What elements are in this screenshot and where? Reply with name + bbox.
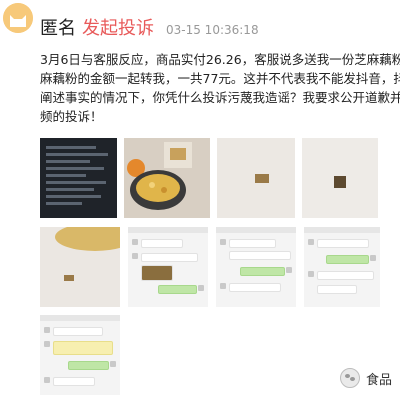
- wechat-icon: [340, 368, 360, 388]
- post-timestamp: 03-15 10:36:18: [166, 23, 259, 37]
- post-line: 3月6日与客服反应，商品实付26.26，客服说多送我一份芝麻藕粉，我不需: [40, 52, 400, 67]
- chat-screenshot-4[interactable]: [40, 315, 120, 395]
- close-up-photo: [302, 138, 378, 218]
- complaint-link[interactable]: 发起投诉: [82, 14, 154, 40]
- avatar[interactable]: [3, 3, 33, 33]
- food-photo-close-3[interactable]: [40, 227, 120, 307]
- chat-screenshot-dark[interactable]: [40, 138, 117, 218]
- food-photo-close-2[interactable]: [302, 138, 378, 218]
- username[interactable]: 匿名: [40, 14, 76, 40]
- chat-screenshot-1[interactable]: [128, 227, 208, 307]
- food-photo-bowl[interactable]: [124, 138, 210, 218]
- post-body: 3月6日与客服反应，商品实付26.26，客服说多送我一份芝麻藕粉，我不需 麻藕粉…: [40, 50, 400, 126]
- watermark: 食品: [340, 365, 392, 391]
- post-line: 麻藕粉的金额一起转我，一共77元。这并不代表我不能发抖音，抖音是我: [40, 71, 400, 86]
- cat-avatar-icon: [3, 3, 33, 33]
- close-up-photo: [217, 138, 295, 218]
- dark-chat-lines: [46, 146, 108, 205]
- bowl-edge-photo: [40, 227, 120, 307]
- bowl-photo: [124, 138, 210, 218]
- post-line: 频的投诉！: [40, 109, 103, 124]
- chat-screenshot-3[interactable]: [304, 227, 380, 307]
- chat-screenshot-2[interactable]: [216, 227, 296, 307]
- watermark-text: 食品: [366, 372, 393, 388]
- post-header: 匿名 发起投诉 03-15 10:36:18: [40, 14, 259, 39]
- post-line: 阐述事实的情况下，你凭什么投诉污蔑我造谣？我要求公开道歉并向抖音: [40, 90, 400, 105]
- food-photo-close-1[interactable]: [217, 138, 295, 218]
